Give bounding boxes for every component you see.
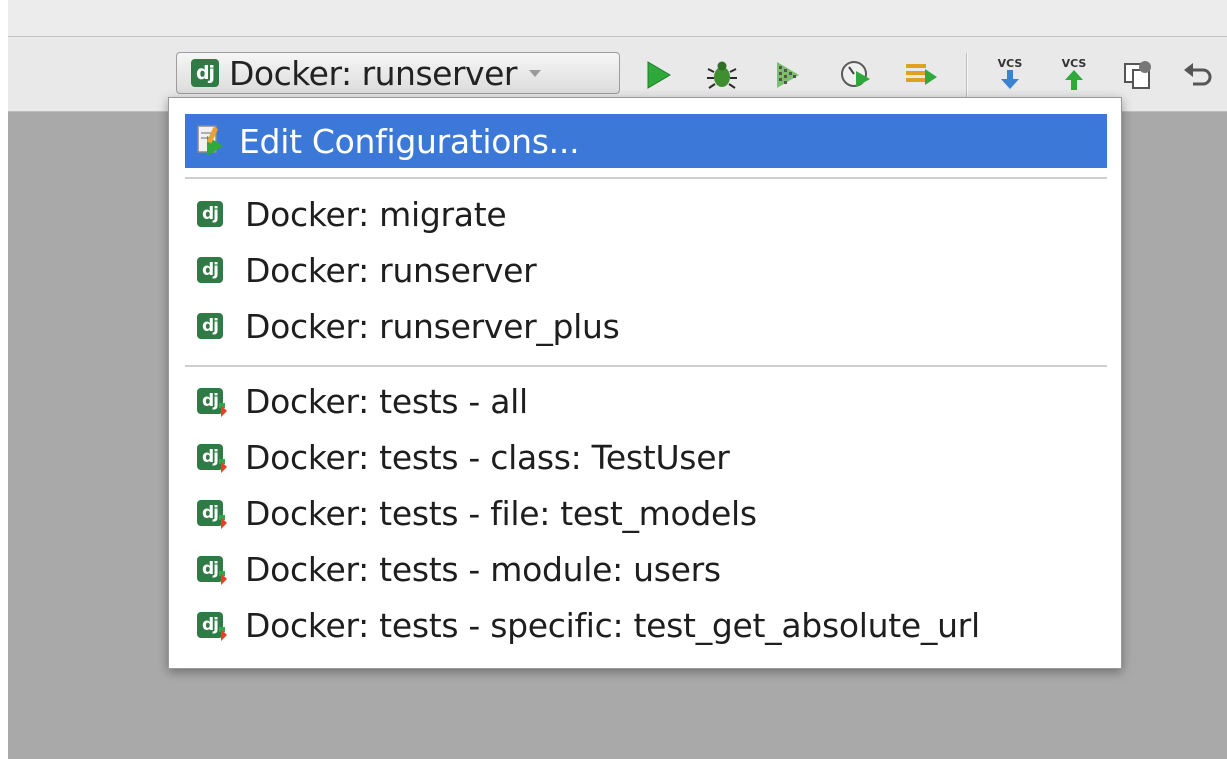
vcs-commit-text: VCS bbox=[1062, 57, 1087, 70]
toolbar-separator bbox=[966, 53, 967, 97]
coverage-button[interactable] bbox=[768, 55, 808, 95]
django-icon: dj bbox=[197, 313, 223, 339]
concurrency-icon bbox=[906, 64, 937, 85]
test-config-item[interactable]: dj Docker: tests - module: users bbox=[185, 542, 1107, 596]
django-test-icon: dj bbox=[197, 500, 227, 529]
test-config-label: Docker: tests - module: users bbox=[245, 549, 721, 589]
django-test-icon-text: dj bbox=[202, 447, 219, 467]
debug-button[interactable] bbox=[703, 55, 743, 95]
test-config-label: Docker: tests - class: TestUser bbox=[245, 437, 730, 477]
django-icon: dj bbox=[191, 59, 219, 87]
edit-configurations-label: Edit Configurations... bbox=[239, 121, 580, 161]
django-test-icon-text: dj bbox=[202, 391, 219, 411]
test-config-item[interactable]: dj Docker: tests - class: TestUser bbox=[185, 430, 1107, 484]
edit-configurations-item[interactable]: Edit Configurations... bbox=[185, 114, 1107, 168]
vcs-update-icon: VCS bbox=[998, 57, 1023, 89]
run-configuration-label: Docker: runserver bbox=[229, 53, 517, 93]
django-icon: dj bbox=[197, 257, 223, 283]
django-test-icon-text: dj bbox=[202, 559, 219, 579]
vcs-commit-icon: VCS bbox=[1062, 57, 1087, 90]
test-config-item[interactable]: dj Docker: tests - specific: test_get_ab… bbox=[185, 598, 1107, 652]
run-config-item[interactable]: dj Docker: runserver bbox=[185, 243, 1107, 297]
django-test-icon: dj bbox=[197, 556, 227, 585]
run-config-item[interactable]: dj Docker: runserver_plus bbox=[185, 299, 1107, 353]
run-icon bbox=[647, 61, 671, 89]
ide-window: dj Docker: runserver VCS VCS Edit Config… bbox=[8, 0, 1227, 759]
title-strip bbox=[8, 0, 1227, 37]
profile-button[interactable] bbox=[836, 55, 876, 95]
django-test-icon-text: dj bbox=[202, 615, 219, 635]
menu-divider bbox=[185, 365, 1107, 367]
run-config-label: Docker: runserver bbox=[245, 250, 537, 290]
django-test-icon-text: dj bbox=[202, 503, 219, 523]
django-test-icon: dj bbox=[197, 388, 227, 417]
chevron-down-icon bbox=[528, 69, 541, 77]
django-test-icon: dj bbox=[197, 444, 227, 473]
run-config-label: Docker: migrate bbox=[245, 194, 507, 234]
run-configuration-popup: Edit Configurations... dj Docker: migrat… bbox=[168, 97, 1122, 669]
compare-button[interactable] bbox=[1118, 55, 1158, 95]
concurrency-button[interactable] bbox=[901, 55, 941, 95]
menu-divider bbox=[185, 177, 1107, 179]
django-icon: dj bbox=[197, 201, 223, 227]
coverage-icon bbox=[777, 62, 799, 88]
test-config-label: Docker: tests - specific: test_get_absol… bbox=[245, 605, 980, 645]
test-config-item[interactable]: dj Docker: tests - all bbox=[185, 374, 1107, 428]
test-config-label: Docker: tests - all bbox=[245, 381, 528, 421]
test-config-label: Docker: tests - file: test_models bbox=[245, 493, 757, 533]
vcs-update-text: VCS bbox=[998, 57, 1023, 70]
debug-icon bbox=[707, 61, 737, 89]
run-config-item[interactable]: dj Docker: migrate bbox=[185, 187, 1107, 241]
run-button[interactable] bbox=[638, 55, 678, 95]
run-config-label: Docker: runserver_plus bbox=[245, 306, 620, 346]
revert-button[interactable] bbox=[1178, 55, 1218, 95]
vcs-update-button[interactable]: VCS bbox=[990, 55, 1030, 95]
profile-icon bbox=[841, 61, 870, 87]
vcs-commit-button[interactable]: VCS bbox=[1054, 55, 1094, 95]
run-configuration-selector[interactable]: dj Docker: runserver bbox=[176, 52, 620, 94]
django-test-icon: dj bbox=[197, 612, 227, 641]
test-config-item[interactable]: dj Docker: tests - file: test_models bbox=[185, 486, 1107, 540]
edit-configurations-icon bbox=[197, 124, 225, 158]
compare-icon bbox=[1124, 61, 1151, 89]
undo-icon bbox=[1184, 63, 1212, 86]
